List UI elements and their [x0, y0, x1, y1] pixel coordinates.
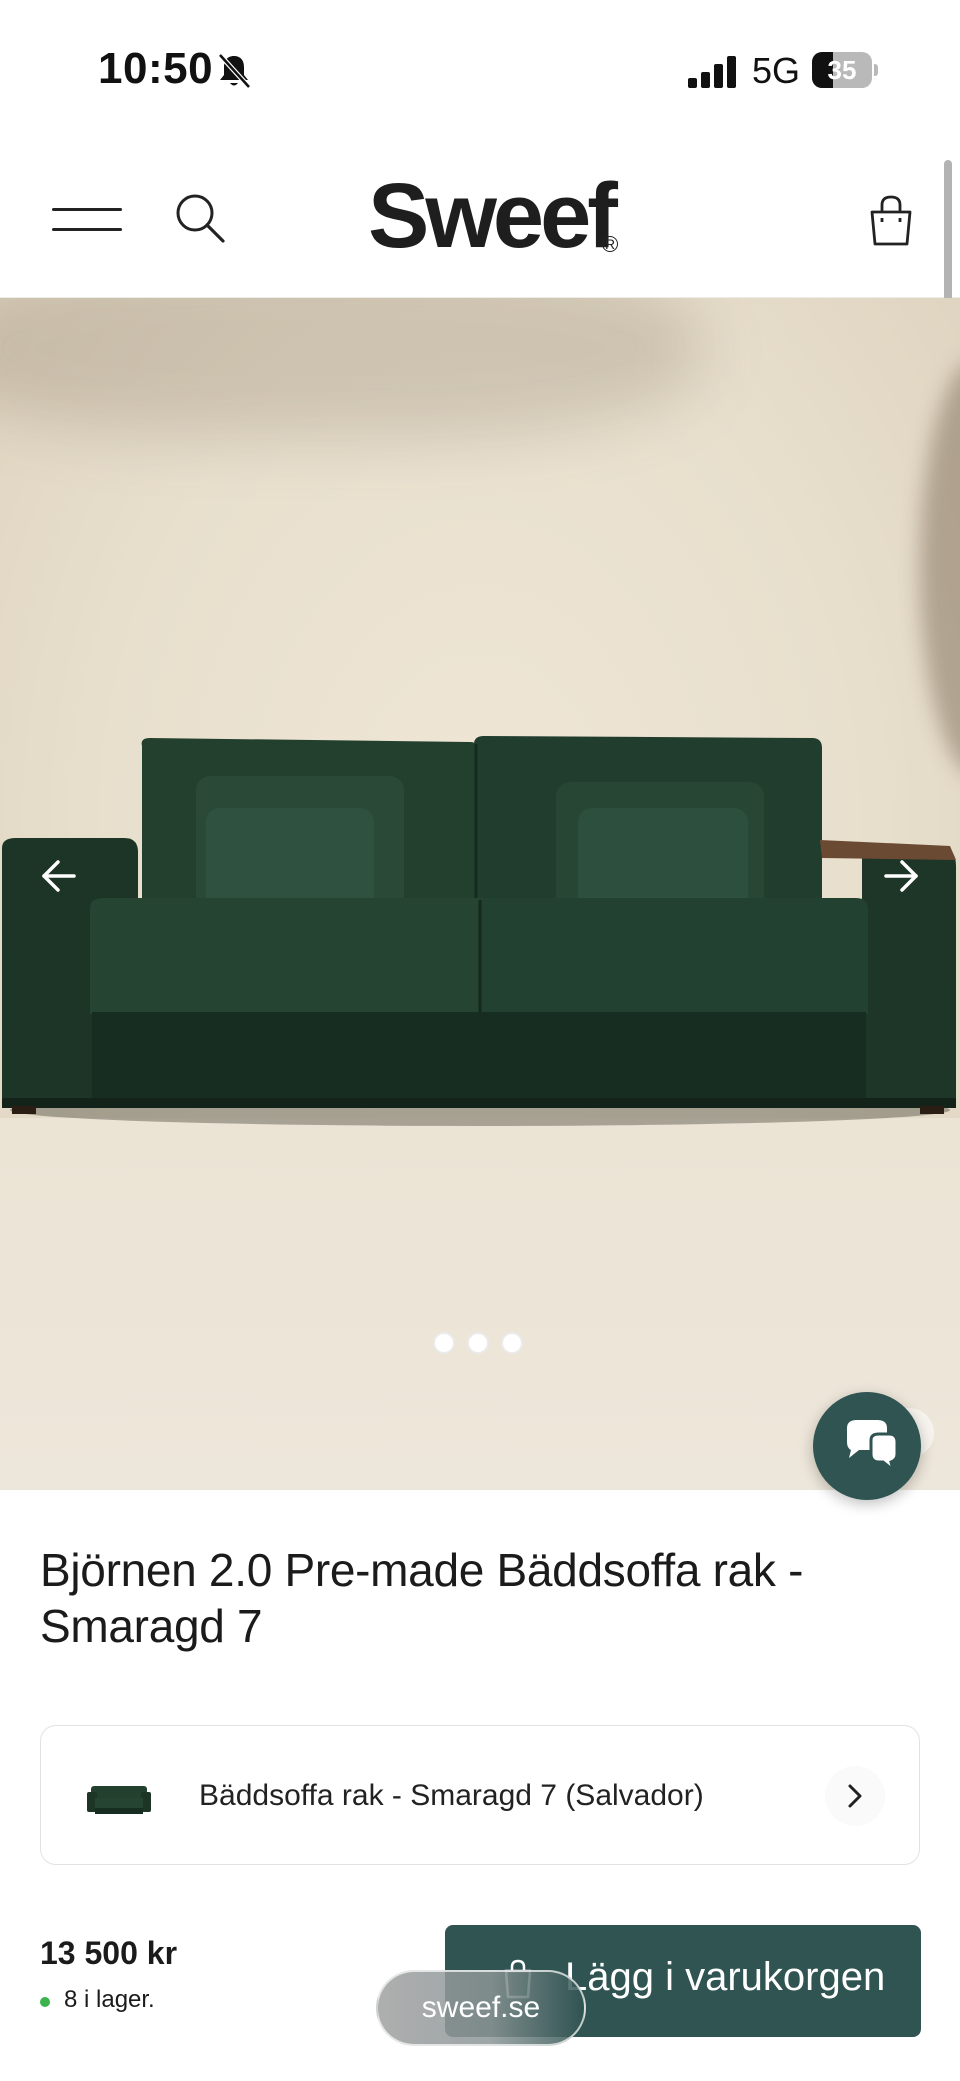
- variant-selector[interactable]: Bäddsoffa rak - Smaragd 7 (Salvador): [40, 1725, 920, 1865]
- product-title: Björnen 2.0 Pre-made Bäddsoffa rak - Sma…: [40, 1544, 804, 1652]
- chat-bubbles-icon: [847, 1420, 899, 1474]
- gallery-dot[interactable]: [501, 1332, 523, 1354]
- gallery-dot[interactable]: [433, 1332, 455, 1354]
- chat-button[interactable]: [813, 1392, 921, 1500]
- site-logo[interactable]: Sweef: [368, 166, 628, 266]
- variant-label: Bäddsoffa rak - Smaragd 7 (Salvador): [199, 1779, 704, 1812]
- product-image-gallery[interactable]: [0, 298, 960, 1490]
- status-time: 10:50: [98, 44, 214, 93]
- stock-status: 8 i lager.: [64, 1986, 155, 2013]
- chevron-right-icon[interactable]: [825, 1766, 885, 1826]
- site-header: Sweef R: [0, 140, 960, 298]
- status-bar: 10:50 5G 35: [0, 0, 960, 140]
- scroll-indicator[interactable]: [944, 160, 952, 320]
- arrow-right-icon[interactable]: [872, 846, 932, 906]
- cellular-signal-icon: [688, 56, 738, 88]
- registered-mark: R: [602, 236, 618, 252]
- menu-icon[interactable]: [52, 198, 122, 238]
- battery-icon: 35: [812, 52, 878, 88]
- add-to-cart-label: Lägg i varukorgen: [565, 1955, 886, 1999]
- stock-indicator: [40, 1997, 50, 2007]
- network-type: 5G: [752, 50, 801, 91]
- battery-level: 35: [827, 55, 857, 85]
- variant-thumbnail: [87, 1786, 151, 1814]
- product-price: 13 500 kr: [40, 1935, 178, 1971]
- arrow-left-icon[interactable]: [28, 846, 88, 906]
- shopping-bag-icon[interactable]: [866, 194, 916, 248]
- browser-url-pill[interactable]: sweef.se: [376, 1970, 586, 2046]
- bell-muted-icon: [218, 53, 251, 89]
- gallery-dot[interactable]: [467, 1332, 489, 1354]
- search-icon[interactable]: [172, 190, 228, 246]
- sofa-product-image: [2, 736, 956, 1126]
